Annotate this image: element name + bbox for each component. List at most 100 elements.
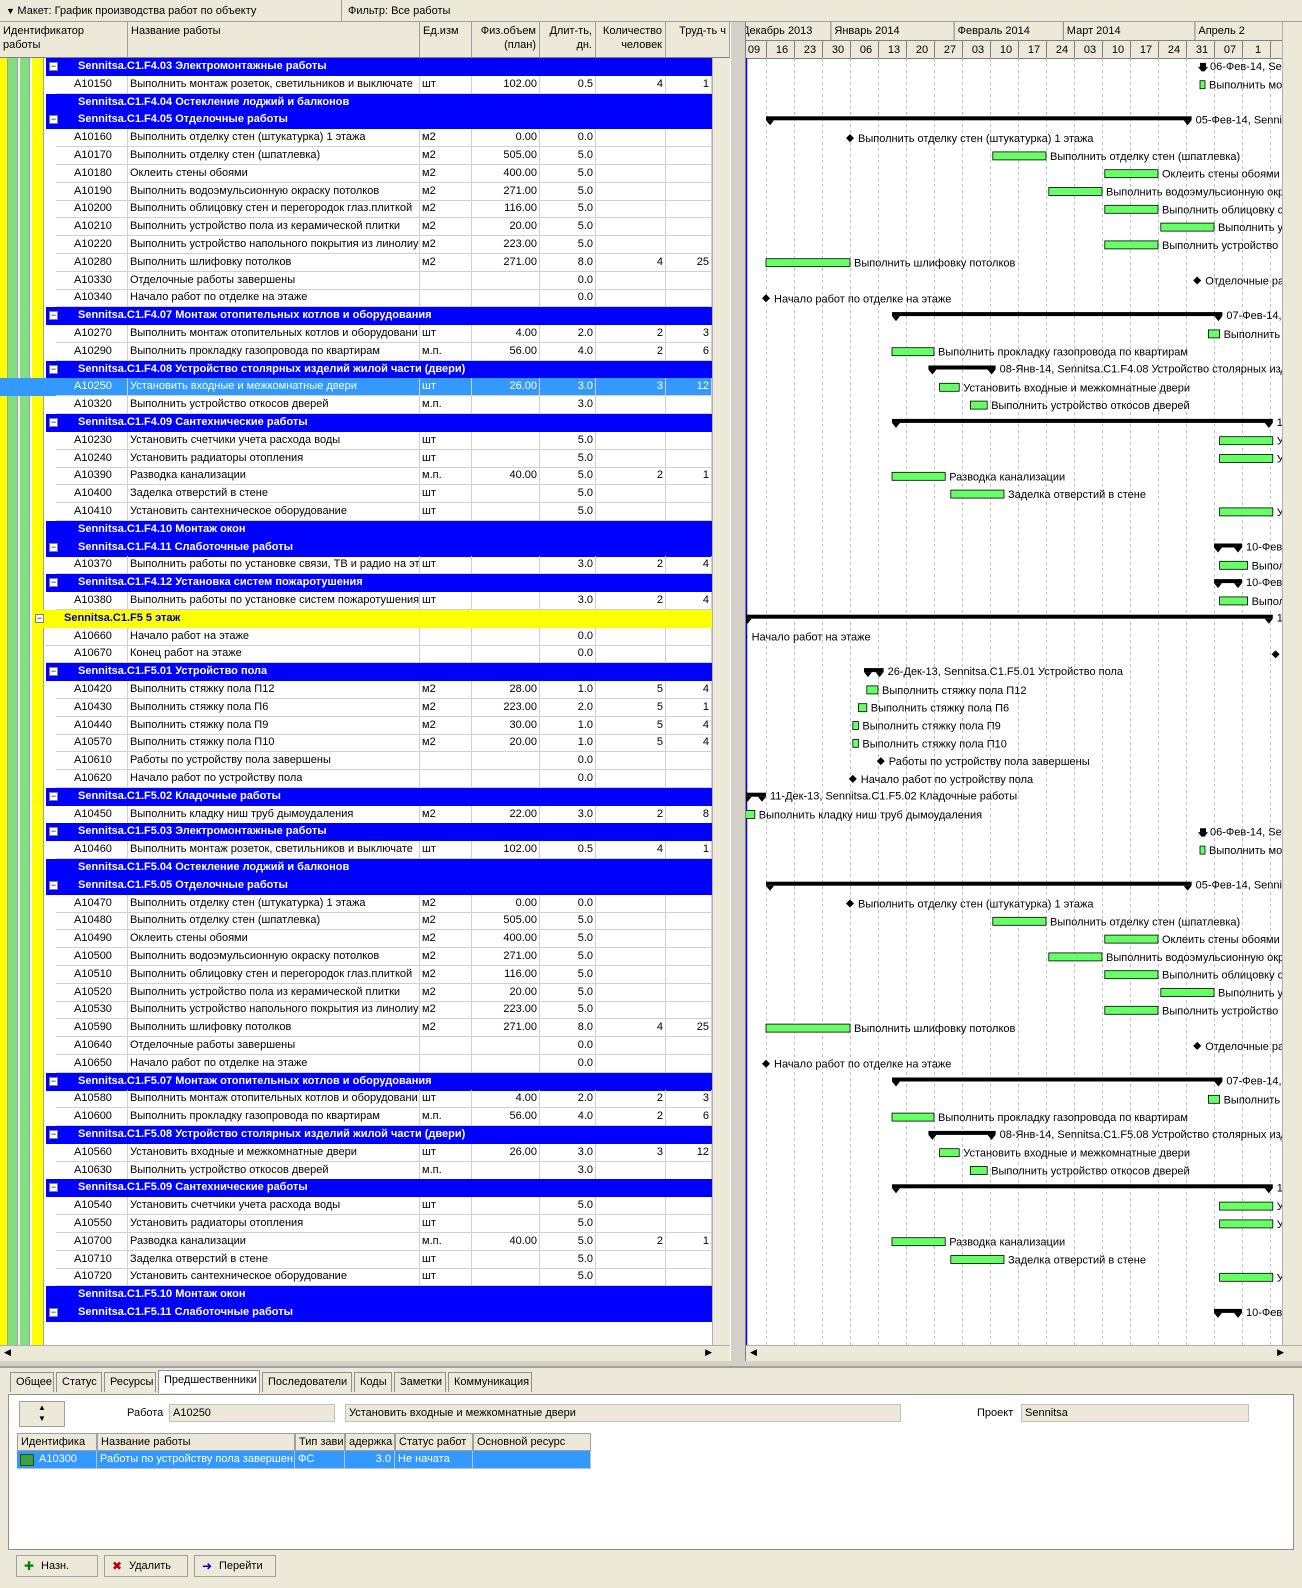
cell-unit[interactable]: м.п. [420, 467, 472, 486]
cell-name[interactable]: Выполнить стяжку пола П9 [128, 716, 420, 735]
cell-lab[interactable]: 4 [666, 556, 712, 575]
activity-row[interactable]: A10720 Установить сантехническое оборудов… [0, 1268, 724, 1287]
cell-ppl[interactable] [596, 431, 666, 450]
cell-vol[interactable] [472, 271, 540, 290]
wbs-group-row[interactable]: Sennitsa.C1.F4.11 Слаботочные работы − [0, 538, 724, 557]
tab-5[interactable]: Коды [354, 1372, 392, 1392]
collapse-toggle-icon[interactable]: − [49, 311, 58, 321]
cell-vol[interactable]: 26.00 [472, 378, 540, 397]
cell-lab[interactable] [666, 965, 712, 984]
wbs-floor-row[interactable]: Sennitsa.C1.F5 5 этаж − [0, 609, 724, 628]
cell-id[interactable]: A10520 [56, 983, 128, 1002]
cell-ppl[interactable]: 2 [596, 1090, 666, 1109]
cell-lab[interactable] [666, 1161, 712, 1180]
cell-ppl[interactable] [596, 752, 666, 771]
activity-row[interactable]: A10430 Выполнить стяжку пола П6 м2 223.00 2.… [0, 698, 724, 717]
cell-vol[interactable] [472, 752, 540, 771]
cell-dur[interactable]: 0.0 [540, 271, 596, 290]
cell-vol[interactable] [472, 1161, 540, 1180]
cell-lab[interactable] [666, 1001, 712, 1020]
cell-name[interactable]: Установить радиаторы отопления [128, 449, 420, 468]
cell-unit[interactable]: шт [420, 378, 472, 397]
tab-7[interactable]: Коммуникация [448, 1372, 532, 1392]
activity-row[interactable]: A10490 Оклеить стены обоями м2 400.00 5.0 [0, 930, 724, 949]
cell-id[interactable]: A10450 [56, 805, 128, 824]
wbs-group-row[interactable]: Sennitsa.C1.F5.04 Остекление лоджий и ба… [0, 859, 724, 877]
cell-unit[interactable]: шт [420, 1250, 472, 1269]
cell-unit[interactable]: шт [420, 1197, 472, 1216]
cell-name[interactable]: Установить радиаторы отопления [128, 1215, 420, 1233]
cell-id[interactable]: A10570 [56, 734, 128, 753]
cell-name[interactable]: Отделочные работы завершены [128, 271, 420, 290]
wbs-group-row[interactable]: Sennitsa.C1.F5.05 Отделочные работы − [0, 876, 724, 895]
cell-name[interactable]: Выполнить устройство пола из керамическо… [128, 218, 420, 237]
cell-dur[interactable]: 0.0 [540, 129, 596, 148]
activity-row[interactable]: A10580 Выполнить монтаж отопительных котл… [0, 1090, 724, 1109]
cell-name[interactable]: Выполнить прокладку газопровода по кварт… [128, 342, 420, 361]
collapse-toggle-icon[interactable]: − [49, 418, 58, 427]
cell-name[interactable]: Начало работ на этаже [128, 627, 420, 646]
cell-vol[interactable]: 4.00 [472, 1090, 540, 1109]
cell-id[interactable]: A10410 [56, 503, 128, 521]
cell-ppl[interactable] [596, 1001, 666, 1020]
cell-lab[interactable] [666, 1215, 712, 1233]
pred-col-header[interactable]: Статус работ [395, 1433, 473, 1451]
goto-button[interactable]: ➜ Перейти [194, 1555, 276, 1577]
cell-dur[interactable]: 5.0 [540, 1215, 596, 1233]
activity-row[interactable]: A10390 Разводка канализации м.п. 40.00 5.0 2 1 [0, 467, 724, 486]
activity-row[interactable]: A10560 Установить входные и межкомнатные … [0, 1143, 724, 1162]
cell-id[interactable]: A10390 [56, 467, 128, 486]
cell-dur[interactable]: 3.0 [540, 396, 596, 415]
tab-3[interactable]: Предшественники [158, 1370, 260, 1393]
cell-dur[interactable]: 5.0 [540, 965, 596, 984]
cell-name[interactable]: Выполнить устройство пола из керамическо… [128, 983, 420, 1002]
wbs-group-row[interactable]: Sennitsa.C1.F5.01 Устройство пола − [0, 663, 724, 682]
cell-vol[interactable]: 40.00 [472, 467, 540, 486]
col-header-name[interactable]: Название работы [128, 22, 420, 58]
cell-name[interactable]: Заделка отверстий в стене [128, 1250, 420, 1269]
cell-name[interactable]: Выполнить кладку ниш труб дымоудаления [128, 805, 420, 824]
cell-vol[interactable]: 271.00 [472, 948, 540, 966]
activity-row[interactable]: A10710 Заделка отверстий в стене шт 5.0 [0, 1250, 724, 1269]
cell-dur[interactable]: 3.0 [540, 378, 596, 397]
cell-ppl[interactable] [596, 1215, 666, 1233]
activity-row[interactable]: A10340 Начало работ по отделке на этаже 0.… [0, 289, 724, 308]
cell-unit[interactable]: м2 [420, 1019, 472, 1038]
cell-lab[interactable] [666, 1268, 712, 1287]
pred-cell-lag[interactable]: 3.0 [345, 1451, 395, 1469]
cell-unit[interactable]: шт [420, 556, 472, 575]
cell-id[interactable]: A10240 [56, 449, 128, 468]
cell-dur[interactable]: 0.0 [540, 627, 596, 646]
cell-id[interactable]: A10420 [56, 681, 128, 699]
cell-name[interactable]: Выполнить шлифовку потолков [128, 253, 420, 272]
cell-dur[interactable]: 1.0 [540, 681, 596, 699]
cell-unit[interactable]: м2 [420, 164, 472, 183]
activity-row[interactable]: A10570 Выполнить стяжку пола П10 м2 20.00 1.… [0, 734, 724, 753]
collapse-toggle-icon[interactable]: − [49, 791, 58, 801]
activity-row[interactable]: A10330 Отделочные работы завершены 0.0 [0, 271, 724, 290]
collapse-toggle-icon[interactable]: − [49, 364, 58, 374]
cell-lab[interactable] [666, 200, 712, 219]
activity-row[interactable]: A10290 Выполнить прокладку газопровода по… [0, 342, 724, 361]
cell-name[interactable]: Выполнить работы по установке систем пож… [128, 592, 420, 610]
pred-cell-resource[interactable] [473, 1451, 591, 1469]
cell-name[interactable]: Установить сантехническое оборудование [128, 503, 420, 521]
cell-lab[interactable] [666, 236, 712, 254]
cell-unit[interactable] [420, 1054, 472, 1073]
cell-name[interactable]: Выполнить монтаж розеток, светильников и… [128, 75, 420, 94]
cell-id[interactable]: A10720 [56, 1268, 128, 1287]
cell-id[interactable]: A10270 [56, 325, 128, 343]
cell-name[interactable]: Выполнить устройство откосов дверей [128, 1161, 420, 1180]
cell-ppl[interactable]: 2 [596, 805, 666, 824]
cell-dur[interactable]: 5.0 [540, 164, 596, 183]
gantt-hscrollbar[interactable]: ◀ ▶ [746, 1345, 1302, 1361]
cell-lab[interactable]: 3 [666, 1090, 712, 1109]
cell-lab[interactable] [666, 948, 712, 966]
cell-unit[interactable] [420, 289, 472, 308]
cell-vol[interactable]: 0.00 [472, 894, 540, 913]
cell-id[interactable]: A10560 [56, 1143, 128, 1162]
cell-id[interactable]: A10430 [56, 698, 128, 717]
cell-lab[interactable] [666, 129, 712, 148]
cell-dur[interactable]: 5.0 [540, 912, 596, 931]
cell-dur[interactable]: 4.0 [540, 1108, 596, 1127]
